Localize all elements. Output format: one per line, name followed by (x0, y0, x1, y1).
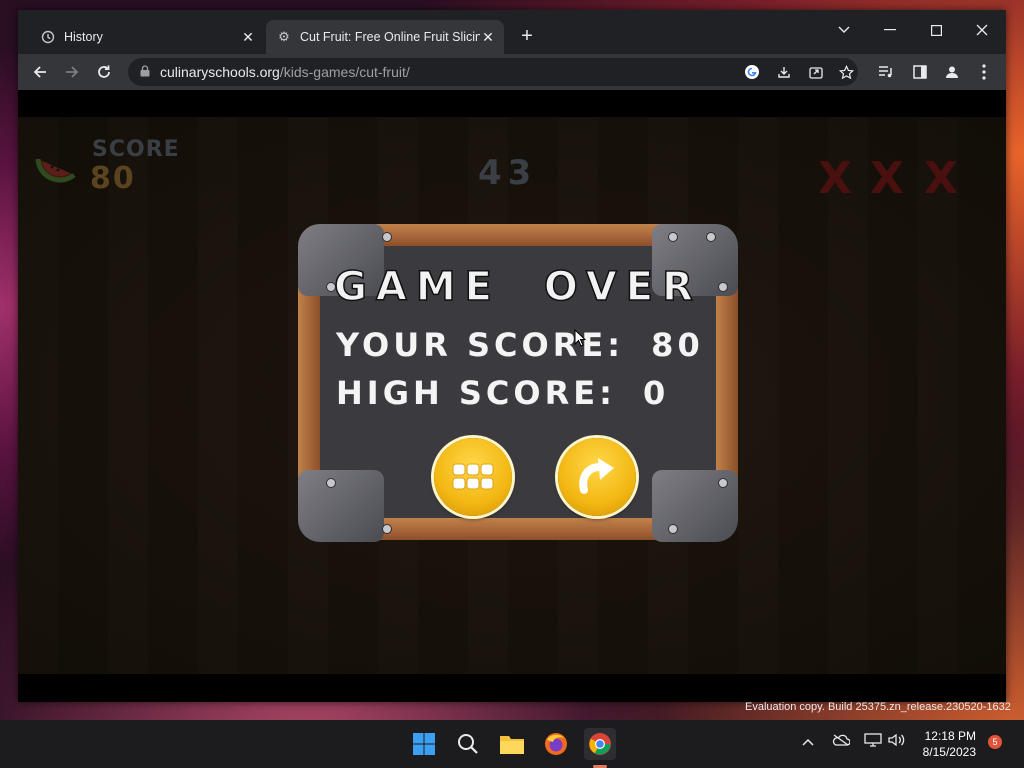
tab-cut-fruit[interactable]: ⚙ Cut Fruit: Free Online Fruit Slicing ✕ (266, 20, 504, 54)
bolt (668, 524, 678, 534)
new-tab-button[interactable]: + (516, 26, 538, 48)
close-tab-icon[interactable]: ✕ (240, 29, 256, 45)
clock-date: 8/15/2023 (922, 745, 976, 759)
tab-search-button[interactable] (824, 16, 864, 44)
bolt (668, 232, 678, 242)
back-button[interactable] (28, 60, 52, 84)
search-icon[interactable] (452, 728, 484, 760)
replay-icon (579, 458, 614, 494)
install-app-icon[interactable] (774, 62, 794, 82)
firefox-icon[interactable] (540, 728, 572, 760)
bookmark-star-icon[interactable] (836, 62, 856, 82)
maximize-button[interactable] (916, 16, 956, 44)
score-value: 80 (90, 161, 136, 196)
timer: 43 (478, 153, 538, 193)
lock-icon[interactable] (140, 65, 150, 77)
browser-toolbar: culinaryschools.org/kids-games/cut-fruit… (18, 54, 1006, 90)
menu-grid-icon (452, 463, 494, 490)
tab-label: History (64, 30, 103, 44)
more-menu-icon[interactable] (972, 60, 996, 84)
replay-button[interactable] (558, 438, 636, 516)
bolt (718, 478, 728, 488)
show-hidden-icons-icon[interactable] (802, 733, 814, 749)
gear-icon: ⚙ (278, 29, 290, 44)
bolt (382, 232, 392, 242)
page-content: SCORE 80 43 X X X GAME OVER YOUR SCORE: … (18, 90, 1006, 702)
your-score-line: YOUR SCORE: 80 (336, 326, 704, 364)
forward-button[interactable] (60, 60, 84, 84)
score-label: SCORE (92, 137, 180, 162)
tab-strip: History ✕ ⚙ Cut Fruit: Free Online Fruit… (18, 10, 1006, 54)
game-over-title: GAME OVER (333, 263, 702, 311)
network-icon[interactable] (864, 733, 882, 750)
profile-icon[interactable] (940, 60, 964, 84)
media-control-icon[interactable] (874, 60, 898, 84)
history-icon (40, 29, 56, 45)
taskbar: 12:18 PM 8/15/2023 5 (0, 720, 1024, 768)
close-window-button[interactable] (962, 16, 1002, 44)
reload-button[interactable] (92, 60, 116, 84)
url-path: /kids-games/cut-fruit/ (279, 64, 410, 80)
high-score-line: HIGH SCORE: 0 (336, 374, 669, 412)
notification-badge[interactable]: 5 (988, 735, 1002, 749)
strike-mark: X (818, 153, 852, 204)
wood-plank-bottom (368, 518, 668, 540)
menu-button[interactable] (434, 438, 512, 516)
url-host: culinaryschools.org (160, 64, 280, 80)
mouse-cursor-icon (574, 329, 586, 347)
chrome-icon[interactable] (584, 728, 616, 760)
google-lens-icon[interactable] (742, 62, 762, 82)
high-score-value: 0 (643, 374, 670, 412)
bolt (382, 524, 392, 534)
file-explorer-icon[interactable] (496, 728, 528, 760)
game-canvas[interactable]: SCORE 80 43 X X X GAME OVER YOUR SCORE: … (18, 117, 1006, 674)
game-over-panel: GAME OVER YOUR SCORE: 80 HIGH SCORE: 0 (298, 224, 738, 542)
side-panel-icon[interactable] (908, 60, 932, 84)
wood-plank-top (368, 224, 668, 246)
address-bar[interactable]: culinaryschools.org/kids-games/cut-fruit… (128, 58, 858, 86)
watermelon-icon (35, 158, 76, 183)
wood-plank-right (716, 288, 738, 478)
evaluation-watermark: Evaluation copy. Build 25375.zn_release.… (745, 701, 1011, 713)
url-text[interactable]: culinaryschools.org/kids-games/cut-fruit… (160, 64, 410, 80)
share-icon[interactable] (806, 62, 826, 82)
tab-label: Cut Fruit: Free Online Fruit Slicing (300, 30, 480, 44)
wood-plank-left (298, 288, 320, 478)
strike-mark: X (924, 153, 958, 204)
onedrive-offline-icon[interactable] (832, 733, 851, 749)
clock-time: 12:18 PM (924, 729, 976, 743)
bolt (326, 478, 336, 488)
metal-corner (298, 470, 384, 542)
your-score-value: 80 (651, 326, 704, 364)
tab-history[interactable]: History ✕ (30, 20, 264, 54)
close-tab-icon[interactable]: ✕ (480, 29, 496, 45)
start-icon[interactable] (408, 728, 440, 760)
bolt (706, 232, 716, 242)
strike-mark: X (870, 153, 904, 204)
minimize-button[interactable] (870, 16, 910, 44)
high-score-label: HIGH SCORE: (336, 374, 616, 412)
system-clock[interactable]: 12:18 PM 8/15/2023 (904, 728, 976, 760)
browser-window: History ✕ ⚙ Cut Fruit: Free Online Fruit… (18, 10, 1006, 702)
